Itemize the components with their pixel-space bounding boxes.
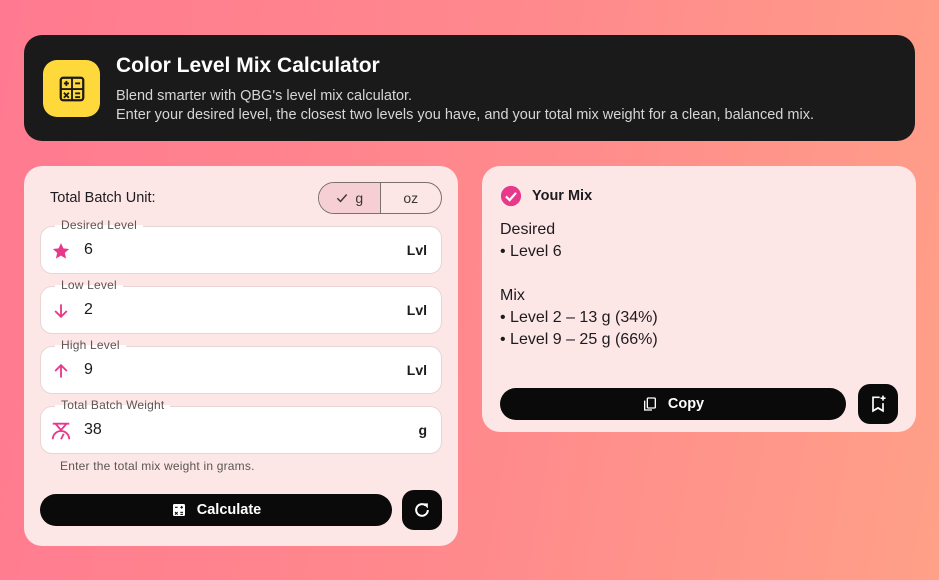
bookmark-add-icon [872, 395, 886, 413]
refresh-icon [415, 503, 429, 517]
copy-icon [643, 397, 656, 411]
arrow-up-icon [49, 359, 73, 383]
total-batch-weight-input[interactable]: 38 [84, 421, 102, 439]
desired-level-input[interactable]: 6 [84, 241, 93, 259]
calculate-label: Calculate [196, 502, 262, 518]
check-icon [337, 194, 348, 203]
desired-level-field[interactable]: Desired Level 6 Lvl [40, 218, 442, 274]
low-level-suffix: Lvl [406, 302, 427, 318]
mix-line: • Level 2 – 13 g (34%) [500, 309, 658, 326]
high-level-input[interactable]: 9 [84, 361, 93, 379]
unit-toggle: g oz [318, 182, 442, 214]
low-level-input[interactable]: 2 [84, 301, 93, 319]
batch-unit-label: Total Batch Unit: [50, 190, 156, 206]
high-level-suffix: Lvl [406, 362, 427, 378]
result-header: Your Mix [500, 185, 592, 207]
calculate-icon [172, 504, 185, 516]
reset-button[interactable] [402, 490, 442, 530]
calculator-icon [43, 60, 100, 117]
low-level-label: Low Level [55, 278, 123, 292]
scale-icon [49, 419, 73, 443]
unit-option-oz[interactable]: oz [381, 183, 442, 213]
header-banner: Color Level Mix Calculator Blend smarter… [24, 35, 915, 141]
copy-button[interactable]: Copy [500, 388, 846, 420]
star-icon [49, 239, 73, 263]
mix-line: • Level 9 – 25 g (66%) [500, 331, 658, 348]
copy-label: Copy [667, 396, 705, 412]
mix-heading: Mix [500, 287, 525, 304]
page-subtitle: Blend smarter with QBG's level mix calcu… [116, 87, 814, 125]
page-title: Color Level Mix Calculator [116, 54, 380, 77]
total-batch-weight-label: Total Batch Weight [55, 398, 171, 412]
weight-helper-text: Enter the total mix weight in grams. [60, 459, 255, 473]
desired-heading: Desired [500, 221, 556, 238]
desired-line: • Level 6 [500, 243, 562, 260]
unit-option-oz-label: oz [403, 190, 419, 206]
result-title: Your Mix [532, 188, 593, 204]
subtitle-line-2: Enter your desired level, the closest tw… [116, 107, 814, 123]
unit-option-g-label: g [355, 190, 364, 206]
calculator-form-card: Total Batch Unit: g oz Desired Level 6 L… [24, 166, 458, 546]
low-level-field[interactable]: Low Level 2 Lvl [40, 278, 442, 334]
subtitle-line-1: Blend smarter with QBG's level mix calcu… [116, 88, 413, 104]
result-text: Desired • Level 6 Mix • Level 2 – 13 g (… [500, 219, 658, 351]
high-level-field[interactable]: High Level 9 Lvl [40, 338, 442, 394]
unit-option-g[interactable]: g [319, 183, 381, 213]
save-bookmark-button[interactable] [858, 384, 898, 424]
total-batch-weight-field[interactable]: Total Batch Weight 38 g [40, 398, 442, 454]
calculate-button[interactable]: Calculate [40, 494, 392, 526]
check-circle-icon [500, 185, 522, 207]
result-card: Your Mix Desired • Level 6 Mix • Level 2… [482, 166, 916, 432]
total-batch-weight-suffix: g [418, 422, 427, 438]
desired-level-suffix: Lvl [406, 242, 427, 258]
arrow-down-icon [49, 299, 73, 323]
high-level-label: High Level [55, 338, 126, 352]
desired-level-label: Desired Level [55, 218, 143, 232]
